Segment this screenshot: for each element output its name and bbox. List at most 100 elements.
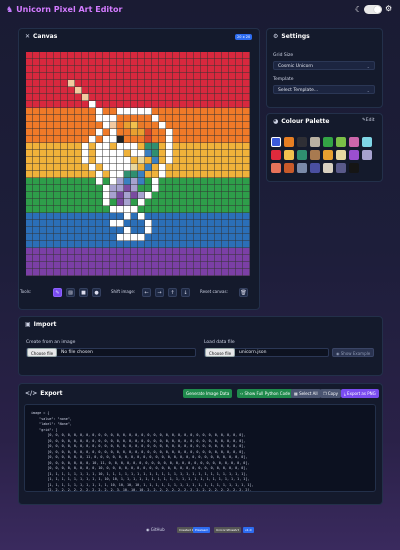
pixel[interactable]: [61, 87, 68, 94]
pixel[interactable]: [54, 262, 61, 269]
pixel[interactable]: [187, 73, 194, 80]
pixel[interactable]: [54, 171, 61, 178]
pixel[interactable]: [96, 220, 103, 227]
pixel[interactable]: [145, 213, 152, 220]
pixel[interactable]: [131, 52, 138, 59]
pixel[interactable]: [152, 150, 159, 157]
pixel[interactable]: [173, 255, 180, 262]
pixel[interactable]: [61, 234, 68, 241]
pixel[interactable]: [145, 150, 152, 157]
pixel[interactable]: [75, 80, 82, 87]
pixel[interactable]: [82, 178, 89, 185]
pixel[interactable]: [222, 234, 229, 241]
pixel[interactable]: [138, 73, 145, 80]
pixel[interactable]: [138, 87, 145, 94]
pixel[interactable]: [159, 241, 166, 248]
pixel[interactable]: [110, 80, 117, 87]
pixel[interactable]: [138, 157, 145, 164]
pixel[interactable]: [208, 80, 215, 87]
palette-swatch[interactable]: [297, 150, 307, 160]
pixel[interactable]: [208, 241, 215, 248]
pixel[interactable]: [145, 192, 152, 199]
pixel[interactable]: [124, 80, 131, 87]
palette-swatch[interactable]: [323, 150, 333, 160]
pixel[interactable]: [68, 129, 75, 136]
pixel[interactable]: [33, 192, 40, 199]
pixel[interactable]: [131, 73, 138, 80]
pixel[interactable]: [124, 73, 131, 80]
pixel[interactable]: [229, 164, 236, 171]
pixel[interactable]: [68, 157, 75, 164]
pixel[interactable]: [166, 213, 173, 220]
pixel[interactable]: [68, 227, 75, 234]
pixel[interactable]: [187, 122, 194, 129]
pixel[interactable]: [61, 150, 68, 157]
pixel[interactable]: [243, 206, 250, 213]
pixel[interactable]: [159, 129, 166, 136]
pixel[interactable]: [131, 178, 138, 185]
pixel[interactable]: [208, 136, 215, 143]
pixel[interactable]: [33, 213, 40, 220]
pixel[interactable]: [103, 52, 110, 59]
pixel[interactable]: [61, 262, 68, 269]
pixel[interactable]: [26, 262, 33, 269]
pixel[interactable]: [75, 185, 82, 192]
pixel[interactable]: [215, 59, 222, 66]
pixel[interactable]: [47, 206, 54, 213]
pixel[interactable]: [236, 269, 243, 276]
pixel[interactable]: [40, 80, 47, 87]
pixel[interactable]: [159, 164, 166, 171]
pixel[interactable]: [208, 269, 215, 276]
pixel[interactable]: [152, 73, 159, 80]
pixel[interactable]: [236, 227, 243, 234]
pixel[interactable]: [75, 143, 82, 150]
pixel[interactable]: [103, 136, 110, 143]
pixel[interactable]: [110, 73, 117, 80]
pixel[interactable]: [47, 164, 54, 171]
pixel[interactable]: [75, 108, 82, 115]
pixel[interactable]: [152, 164, 159, 171]
pixel[interactable]: [166, 59, 173, 66]
pixel[interactable]: [138, 94, 145, 101]
pixel[interactable]: [124, 262, 131, 269]
pixel[interactable]: [103, 199, 110, 206]
pixel[interactable]: [243, 220, 250, 227]
pixel[interactable]: [47, 241, 54, 248]
pixel[interactable]: [159, 199, 166, 206]
pixel[interactable]: [201, 262, 208, 269]
pixel[interactable]: [47, 178, 54, 185]
pixel[interactable]: [96, 269, 103, 276]
pixel[interactable]: [33, 227, 40, 234]
pixel[interactable]: [236, 171, 243, 178]
pixel[interactable]: [138, 192, 145, 199]
pixel[interactable]: [89, 255, 96, 262]
pixel[interactable]: [110, 262, 117, 269]
pixel[interactable]: [208, 59, 215, 66]
pixel[interactable]: [26, 87, 33, 94]
pixel[interactable]: [103, 171, 110, 178]
generate-image-data-button[interactable]: Generate Image Data: [183, 389, 233, 398]
pixel[interactable]: [201, 129, 208, 136]
pixel[interactable]: [68, 220, 75, 227]
pixel[interactable]: [96, 136, 103, 143]
palette-swatch[interactable]: [271, 150, 281, 160]
fill-icon[interactable]: ▨: [66, 288, 75, 297]
pixel[interactable]: [180, 94, 187, 101]
pixel[interactable]: [89, 80, 96, 87]
pixel[interactable]: [54, 122, 61, 129]
pixel[interactable]: [131, 185, 138, 192]
pixel[interactable]: [201, 185, 208, 192]
pixel[interactable]: [61, 129, 68, 136]
pixel[interactable]: [222, 115, 229, 122]
pixel[interactable]: [152, 178, 159, 185]
pixel[interactable]: [145, 157, 152, 164]
pixel[interactable]: [243, 80, 250, 87]
pixel[interactable]: [138, 178, 145, 185]
pixel[interactable]: [131, 87, 138, 94]
pixel[interactable]: [131, 115, 138, 122]
pixel[interactable]: [68, 213, 75, 220]
pixel[interactable]: [117, 206, 124, 213]
pixel[interactable]: [138, 136, 145, 143]
pixel[interactable]: [33, 66, 40, 73]
pixel[interactable]: [180, 73, 187, 80]
